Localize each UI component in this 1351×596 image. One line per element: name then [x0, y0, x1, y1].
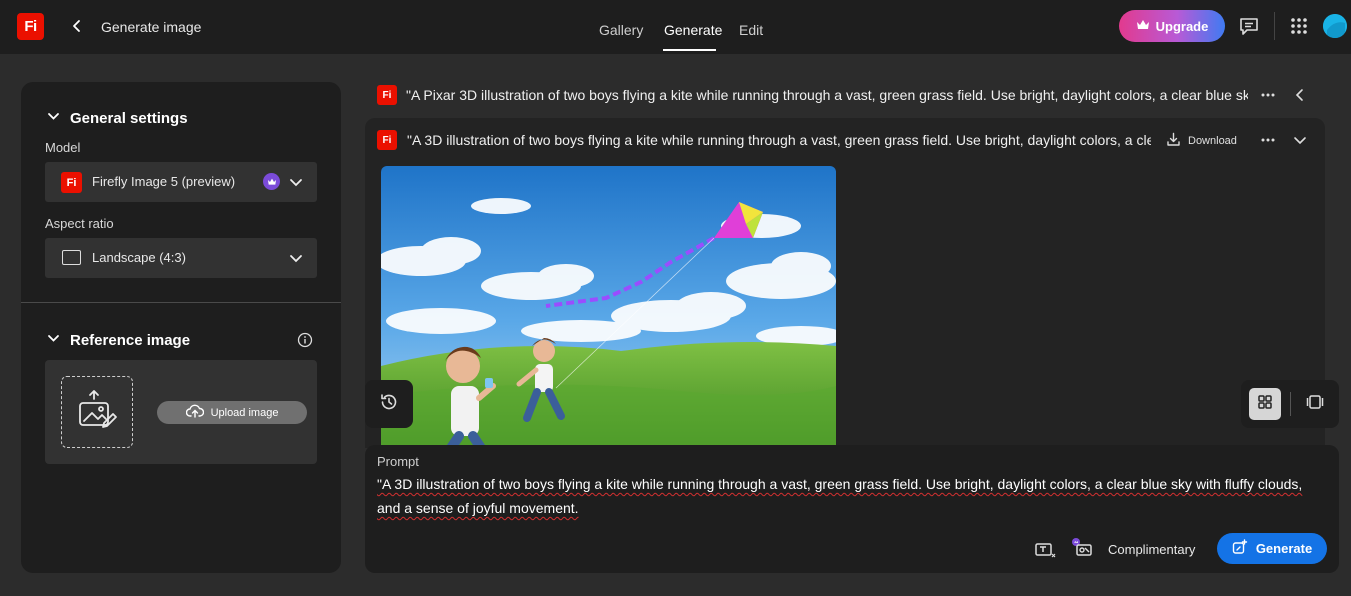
- history-button[interactable]: [365, 380, 413, 428]
- chevron-down-icon: [289, 251, 303, 265]
- topbar-divider: [1274, 12, 1275, 40]
- prompt-label: Prompt: [377, 454, 419, 469]
- reference-image-title: Reference image: [70, 332, 191, 349]
- upload-image-label: Upload image: [210, 406, 279, 419]
- aspect-ratio-select[interactable]: Landscape (4:3): [45, 238, 317, 278]
- cloud-upload-icon: [185, 404, 204, 421]
- firefly-small-logo: Fi: [377, 85, 397, 105]
- reference-image-header[interactable]: Reference image: [47, 332, 190, 349]
- firefly-logo[interactable]: Fi: [17, 13, 44, 40]
- view-mode-toggle: [1241, 380, 1339, 428]
- single-view-button[interactable]: [1299, 388, 1331, 420]
- chevron-down-icon: [47, 332, 60, 349]
- generated-image[interactable]: [381, 166, 836, 448]
- reference-drop-zone[interactable]: [61, 376, 133, 448]
- more-dots-icon[interactable]: [1260, 87, 1276, 103]
- history-icon: [379, 392, 399, 417]
- upload-image-button[interactable]: Upload image: [157, 401, 307, 424]
- tab-edit[interactable]: Edit: [739, 22, 763, 38]
- chevron-down-icon[interactable]: [1293, 133, 1307, 147]
- image-upload-icon: [76, 389, 118, 436]
- crown-icon: [1136, 19, 1150, 34]
- single-view-icon: [1306, 394, 1324, 415]
- chevron-down-icon: [47, 110, 60, 127]
- reference-image-box: Upload image: [45, 360, 317, 464]
- avatar[interactable]: [1323, 14, 1347, 38]
- landscape-icon: [62, 250, 81, 265]
- style-reference-icon[interactable]: [1034, 541, 1056, 559]
- generation-result-card: Fi "A 3D illustration of two boys flying…: [365, 118, 1325, 448]
- firefly-model-icon: Fi: [61, 172, 82, 193]
- complimentary-label: Complimentary: [1108, 542, 1196, 557]
- upgrade-button[interactable]: Upgrade: [1119, 10, 1225, 42]
- panel-divider: [21, 302, 341, 303]
- firefly-small-logo: Fi: [377, 130, 397, 150]
- prompt-input[interactable]: "A 3D illustration of two boys flying a …: [377, 472, 1317, 520]
- tab-gallery[interactable]: Gallery: [599, 22, 643, 38]
- apps-grid-icon[interactable]: [1290, 17, 1308, 35]
- history-prompt: "A Pixar 3D illustration of two boys fly…: [406, 87, 1248, 103]
- chevron-left-icon[interactable]: [1293, 88, 1307, 102]
- generate-label: Generate: [1255, 541, 1313, 556]
- general-settings-header[interactable]: General settings: [47, 110, 188, 127]
- toggle-divider: [1290, 392, 1291, 416]
- info-icon[interactable]: [297, 332, 313, 348]
- premium-crown-icon: [263, 173, 280, 190]
- model-value: Firefly Image 5 (preview): [92, 174, 236, 189]
- model-label: Model: [45, 140, 81, 155]
- prompt-panel: Prompt "A 3D illustration of two boys fl…: [365, 445, 1339, 573]
- tab-generate[interactable]: Generate: [664, 22, 722, 38]
- generate-button[interactable]: Generate: [1217, 533, 1327, 564]
- download-label: Download: [1188, 135, 1237, 147]
- general-settings-title: General settings: [70, 110, 188, 127]
- generate-sparkle-icon: [1232, 539, 1248, 558]
- chevron-down-icon: [289, 175, 303, 189]
- aspect-ratio-value: Landscape (4:3): [92, 250, 186, 265]
- effects-icon[interactable]: [1071, 537, 1093, 557]
- download-button[interactable]: Download: [1166, 132, 1237, 150]
- top-bar: Fi Generate image Gallery Generate Edit …: [0, 0, 1351, 54]
- aspect-ratio-label: Aspect ratio: [45, 216, 114, 231]
- grid-view-icon: [1257, 394, 1273, 415]
- back-chevron-icon[interactable]: [68, 17, 86, 35]
- result-prompt: "A 3D illustration of two boys flying a …: [407, 132, 1151, 148]
- grid-view-button[interactable]: [1249, 388, 1281, 420]
- upgrade-label: Upgrade: [1155, 18, 1209, 34]
- active-tab-indicator: [663, 49, 716, 51]
- chat-icon[interactable]: [1238, 15, 1260, 37]
- model-select[interactable]: Fi Firefly Image 5 (preview): [45, 162, 317, 202]
- page-title: Generate image: [101, 19, 202, 35]
- history-item[interactable]: Fi "A Pixar 3D illustration of two boys …: [375, 82, 1325, 108]
- settings-panel: General settings Model Fi Firefly Image …: [21, 82, 341, 573]
- more-dots-icon[interactable]: [1260, 132, 1276, 148]
- download-icon: [1166, 132, 1181, 150]
